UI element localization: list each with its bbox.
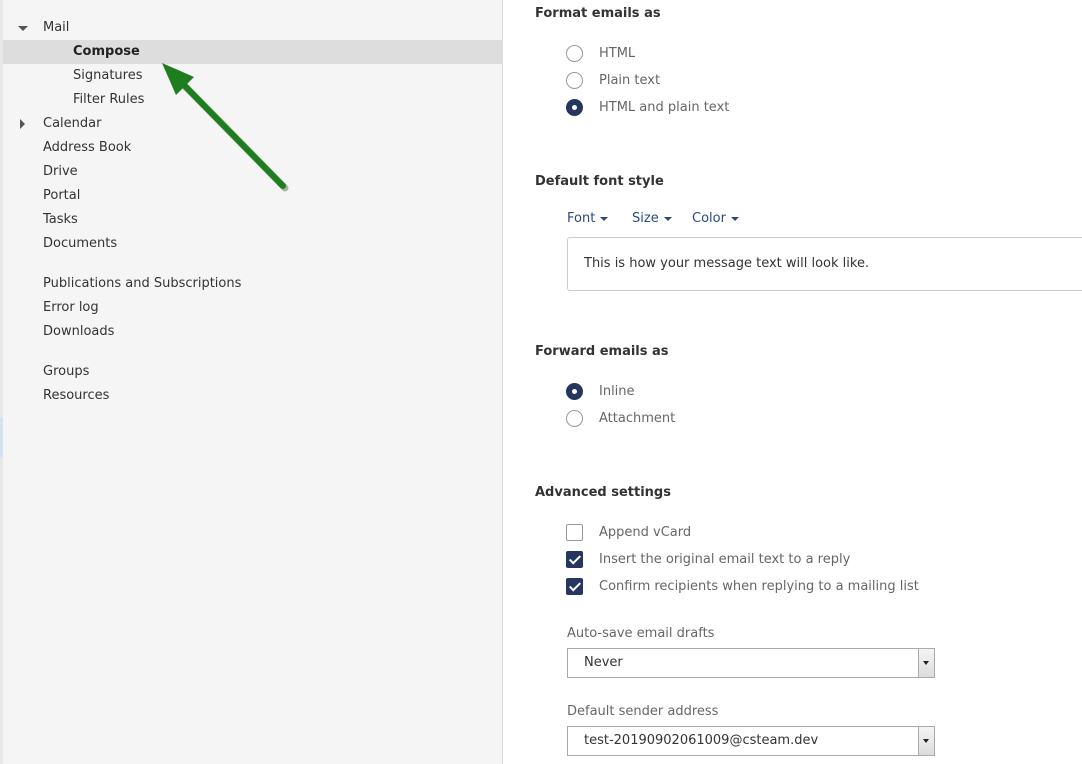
radio-attachment[interactable] xyxy=(566,410,583,427)
sidebar-item-label: Tasks xyxy=(43,212,78,227)
checkbox[interactable] xyxy=(566,551,583,568)
caret-down-icon xyxy=(663,216,672,221)
sidebar-item-groups[interactable]: Groups xyxy=(3,360,503,384)
sender-address-label: Default sender address xyxy=(567,704,719,719)
window-edge-marker xyxy=(0,418,3,458)
sidebar-item-label: Mail xyxy=(43,20,70,35)
caret-right-icon[interactable] xyxy=(20,119,25,129)
option-label: Plain text xyxy=(599,73,661,88)
sidebar-item-label: Documents xyxy=(43,236,118,251)
sidebar-item-label: Groups xyxy=(43,364,90,379)
autosave-label: Auto-save email drafts xyxy=(567,626,715,641)
advanced-settings-title: Advanced settings xyxy=(535,485,671,500)
sidebar-item-label: Portal xyxy=(43,188,81,203)
sidebar-item-label: Publications and Subscriptions xyxy=(43,276,242,291)
sidebar-item-label: Compose xyxy=(73,44,140,59)
radio-html-and-plain[interactable] xyxy=(566,99,583,116)
sidebar-item-label: Error log xyxy=(43,300,99,315)
sidebar-item-label: Drive xyxy=(43,164,78,179)
font-style-title: Default font style xyxy=(535,174,664,189)
sidebar-item-label: Signatures xyxy=(73,68,143,83)
radio-html[interactable] xyxy=(566,45,583,62)
option-label: Inline xyxy=(599,384,635,399)
font-dropdown[interactable]: Font xyxy=(567,210,609,228)
font-preview-box: This is how your message text will look … xyxy=(567,237,1082,291)
autosave-value: Never xyxy=(584,655,623,670)
checkbox[interactable] xyxy=(566,524,583,541)
sidebar-item-downloads[interactable]: Downloads xyxy=(3,320,503,344)
dropdown-arrow-icon[interactable] xyxy=(918,727,934,755)
caret-down-icon xyxy=(600,216,609,221)
checkbox[interactable] xyxy=(566,578,583,595)
autosave-select[interactable]: Never xyxy=(567,648,935,678)
caret-down-icon[interactable] xyxy=(18,26,28,31)
sidebar-item-error-log[interactable]: Error log xyxy=(3,296,503,320)
color-dropdown[interactable]: Color xyxy=(692,210,739,228)
sidebar-item-publications[interactable]: Publications and Subscriptions xyxy=(3,272,503,296)
option-label: Insert the original email text to a repl… xyxy=(599,552,851,567)
sidebar-item-label: Filter Rules xyxy=(73,92,145,107)
format-emails-title: Format emails as xyxy=(535,6,661,21)
sidebar-item-label: Resources xyxy=(43,388,110,403)
option-label: HTML and plain text xyxy=(599,100,730,115)
green-arrow-icon xyxy=(162,63,289,192)
dropdown-arrow-icon[interactable] xyxy=(918,649,934,677)
sidebar-item-tasks[interactable]: Tasks xyxy=(3,208,503,232)
option-label: Append vCard xyxy=(599,525,692,540)
sender-address-value: test-20190902061009@csteam.dev xyxy=(584,733,819,748)
forward-emails-title: Forward emails as xyxy=(535,344,669,359)
sidebar-item-label: Address Book xyxy=(43,140,132,155)
font-preview-text: This is how your message text will look … xyxy=(584,256,870,271)
font-dropdown-label: Font xyxy=(567,211,596,226)
sidebar-item-resources[interactable]: Resources xyxy=(3,384,503,408)
sidebar-item-mail[interactable]: Mail xyxy=(3,16,503,40)
sender-address-select[interactable]: test-20190902061009@csteam.dev xyxy=(567,726,935,756)
size-dropdown[interactable]: Size xyxy=(632,210,672,228)
sidebar-item-label: Downloads xyxy=(43,324,115,339)
caret-down-icon xyxy=(730,216,739,221)
option-label: HTML xyxy=(599,46,636,61)
size-dropdown-label: Size xyxy=(632,211,659,226)
color-dropdown-label: Color xyxy=(692,211,726,226)
radio-inline[interactable] xyxy=(566,383,583,400)
sidebar-item-label: Calendar xyxy=(43,116,102,131)
radio-plain-text[interactable] xyxy=(566,72,583,89)
sidebar-item-documents[interactable]: Documents xyxy=(3,232,503,256)
option-label: Confirm recipients when replying to a ma… xyxy=(599,579,919,594)
option-label: Attachment xyxy=(599,411,676,426)
